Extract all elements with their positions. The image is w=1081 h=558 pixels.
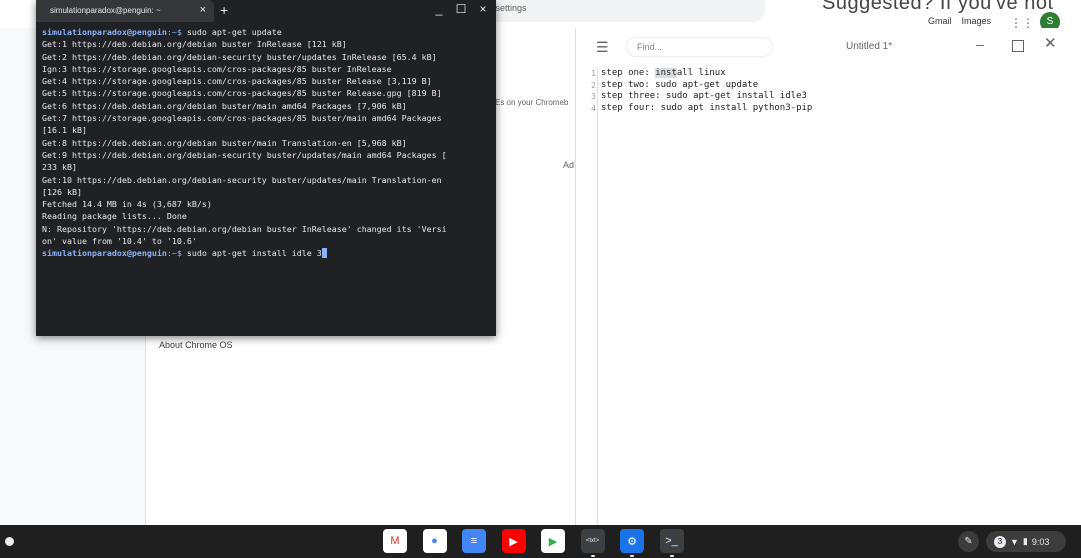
wifi-icon: ▼ [1010, 536, 1019, 547]
editor-header: ☰ Find... Untitled 1* – ✕ [576, 28, 1072, 66]
terminal-line: Reading package lists... Done [42, 211, 187, 222]
battery-icon: ▮ [1022, 536, 1028, 546]
editor-line[interactable]: 3 step three: sudo apt-get install idle3 [576, 91, 812, 103]
terminal-line: [16.1 kB] [42, 125, 87, 136]
document-title: Untitled 1* [846, 41, 893, 52]
terminal-path: :~$ [166, 27, 187, 37]
terminal-line: Fetched 14.4 MB in 4s (3,687 kB/s) [42, 199, 212, 210]
google-links: Gmail Images [928, 16, 991, 26]
gmail-link[interactable]: Gmail [928, 16, 952, 26]
terminal-line: N: Repository 'https://deb.debian.org/de… [42, 223, 447, 234]
maximize-icon[interactable] [1012, 40, 1024, 52]
terminal-tab-title: simulationparadox@penguin: ~ [50, 6, 161, 15]
running-indicator [669, 555, 674, 557]
terminal-line: Get:4 https://storage.googleapis.com/cro… [42, 76, 432, 87]
terminal-cursor [321, 248, 327, 259]
video-caption-overlay: Suggested? If you've not [822, 0, 1054, 14]
chromeos-shelf: M ● ≡ ▶ ▶ <txt> ⚙ >_ ✎ 3 ▼ ▮ 9:03 [0, 525, 1081, 558]
terminal-line: Ign:3 https://storage.googleapis.com/cro… [42, 63, 392, 74]
text-app-icon[interactable]: <txt> [580, 529, 605, 553]
line-text: step four: sudo apt install python3-pip [596, 103, 812, 115]
close-icon[interactable]: ✕ [1044, 34, 1057, 52]
line-text-part: step three: sudo apt-get install idle3 [601, 91, 807, 101]
find-input[interactable]: Find... [626, 37, 773, 57]
images-link[interactable]: Images [962, 16, 992, 26]
terminal-line: Get:10 https://deb.debian.org/debian-sec… [42, 174, 442, 185]
terminal-line: on' value from '10.4' to '10.6' [42, 236, 197, 247]
terminal-icon[interactable]: >_ [659, 529, 684, 553]
notification-count-badge: 3 [994, 535, 1006, 548]
status-tray[interactable]: 3 ▼ ▮ 9:03 [986, 531, 1066, 552]
line-text: step one: install linux [596, 68, 726, 80]
terminal-tab-bar: simulationparadox@penguin: ~ × + _ ☐ × [36, 0, 496, 22]
line-text: step two: sudo apt-get update [596, 80, 758, 92]
terminal-prompt: simulationparadox@penguin [42, 27, 167, 37]
running-indicator [590, 555, 595, 557]
terminal-command: sudo apt-get update [186, 27, 282, 37]
line-text-part: step four: sudo apt install python3-pip [601, 102, 813, 113]
settings-icon[interactable]: ⚙ [620, 529, 644, 553]
terminal-line: Get:8 https://deb.debian.org/debian bust… [42, 137, 407, 148]
terminal-line: 233 kB] [42, 162, 77, 173]
menu-icon[interactable]: ☰ [596, 39, 609, 56]
terminal-window[interactable]: simulationparadox@penguin: ~ × + _ ☐ × s… [36, 0, 496, 336]
settings-ad-text: Ad [563, 160, 575, 170]
editor-line[interactable]: 2 step two: sudo apt-get update [576, 80, 812, 92]
clock: 9:03 [1031, 536, 1050, 547]
address-bar[interactable]: n settings [470, 0, 765, 22]
terminal-line: Get:2 https://deb.debian.org/debian-secu… [42, 51, 437, 62]
line-number: 2 [591, 80, 596, 90]
stylus-icon[interactable]: ✎ [958, 531, 979, 552]
close-tab-icon[interactable]: × [200, 4, 206, 16]
line-text-part: step two: sudo apt-get update [601, 79, 759, 90]
about-chrome-os-link[interactable]: About Chrome OS [159, 340, 233, 350]
selection-highlight: inst [655, 68, 677, 78]
close-window-icon[interactable]: × [476, 2, 490, 16]
new-tab-icon[interactable]: + [220, 2, 228, 18]
editor-line[interactable]: 4 step four: sudo apt install python3-pip [576, 103, 812, 115]
terminal-command: sudo apt-get install idle 3 [186, 248, 322, 259]
terminal-line: Get:7 https://storage.googleapis.com/cro… [42, 113, 442, 124]
terminal-line: Get:6 https://deb.debian.org/debian bust… [42, 100, 407, 111]
play-store-icon[interactable]: ▶ [541, 529, 565, 553]
minimize-icon[interactable]: _ [432, 2, 446, 16]
terminal-output[interactable]: simulationparadox@penguin:~$ sudo apt-ge… [36, 22, 496, 264]
line-number: 3 [591, 92, 596, 101]
editor-line[interactable]: 1 step one: install linux [576, 68, 812, 80]
youtube-icon[interactable]: ▶ [501, 529, 526, 553]
line-number: 1 [591, 69, 596, 78]
terminal-line: simulationparadox@penguin:~$ sudo apt-ge… [42, 247, 490, 259]
terminal-line: simulationparadox@penguin:~$ sudo apt-ge… [42, 26, 490, 38]
terminal-line: Get:5 https://storage.googleapis.com/cro… [42, 88, 442, 99]
line-text-part: all linux [676, 68, 726, 78]
settings-row-text: Es on your Chromeb [495, 98, 569, 107]
line-text-part: step one: [601, 68, 656, 78]
editor-lines[interactable]: 1 step one: install linux 2 step two: sudo … [576, 68, 812, 114]
line-number: 4 [591, 103, 596, 113]
gmail-icon[interactable]: M [383, 529, 407, 553]
launcher-icon[interactable] [5, 537, 14, 546]
terminal-line: Get:1 https://deb.debian.org/debian bust… [42, 39, 347, 50]
terminal-tab[interactable]: simulationparadox@penguin: ~ × [36, 0, 214, 22]
minimize-icon[interactable]: – [976, 36, 984, 52]
maximize-icon[interactable]: ☐ [454, 2, 468, 16]
chrome-icon[interactable]: ● [422, 529, 447, 553]
terminal-prompt: simulationparadox@penguin [42, 248, 167, 259]
terminal-line: Get:9 https://deb.debian.org/debian-secu… [42, 149, 447, 160]
running-indicator [630, 555, 634, 557]
docs-icon[interactable]: ≡ [462, 529, 486, 553]
text-editor-window[interactable]: ☰ Find... Untitled 1* – ✕ 1 step one: ins… [575, 28, 1072, 525]
terminal-path: :~$ [166, 248, 187, 259]
editor-text-area[interactable]: 1 step one: install linux 2 step two: sudo … [576, 68, 1073, 525]
line-number-gutter [576, 68, 598, 525]
terminal-line: [126 kB] [42, 186, 82, 197]
line-text: step three: sudo apt-get install idle3 [596, 91, 807, 103]
